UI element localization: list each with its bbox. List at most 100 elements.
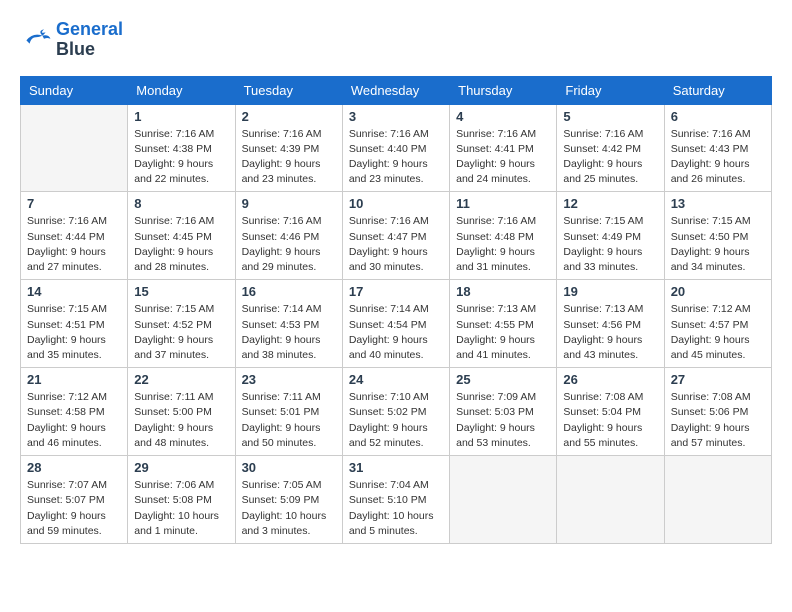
day-number: 20 bbox=[671, 284, 765, 299]
day-number: 29 bbox=[134, 460, 228, 475]
page-header: General Blue bbox=[20, 20, 772, 60]
day-info: Sunrise: 7:16 AM Sunset: 4:48 PM Dayligh… bbox=[456, 214, 550, 275]
day-info: Sunrise: 7:16 AM Sunset: 4:45 PM Dayligh… bbox=[134, 214, 228, 275]
day-cell: 3 Sunrise: 7:16 AM Sunset: 4:40 PM Daylig… bbox=[342, 104, 449, 192]
week-row-3: 14 Sunrise: 7:15 AM Sunset: 4:51 PM Dayli… bbox=[21, 280, 772, 368]
day-cell: 20 Sunrise: 7:12 AM Sunset: 4:57 PM Dayli… bbox=[664, 280, 771, 368]
day-number: 25 bbox=[456, 372, 550, 387]
day-number: 14 bbox=[27, 284, 121, 299]
day-info: Sunrise: 7:11 AM Sunset: 5:01 PM Dayligh… bbox=[242, 390, 336, 451]
day-number: 27 bbox=[671, 372, 765, 387]
day-cell: 12 Sunrise: 7:15 AM Sunset: 4:49 PM Dayli… bbox=[557, 192, 664, 280]
day-cell: 22 Sunrise: 7:11 AM Sunset: 5:00 PM Dayli… bbox=[128, 368, 235, 456]
day-number: 8 bbox=[134, 196, 228, 211]
day-number: 15 bbox=[134, 284, 228, 299]
day-info: Sunrise: 7:14 AM Sunset: 4:54 PM Dayligh… bbox=[349, 302, 443, 363]
day-number: 19 bbox=[563, 284, 657, 299]
week-row-1: 1Sunrise: 7:16 AM Sunset: 4:38 PM Daylig… bbox=[21, 104, 772, 192]
day-number: 1 bbox=[134, 109, 228, 124]
day-number: 13 bbox=[671, 196, 765, 211]
day-cell: 9 Sunrise: 7:16 AM Sunset: 4:46 PM Daylig… bbox=[235, 192, 342, 280]
weekday-header-saturday: Saturday bbox=[664, 76, 771, 104]
day-cell: 6 Sunrise: 7:16 AM Sunset: 4:43 PM Daylig… bbox=[664, 104, 771, 192]
day-number: 12 bbox=[563, 196, 657, 211]
weekday-header-wednesday: Wednesday bbox=[342, 76, 449, 104]
day-number: 31 bbox=[349, 460, 443, 475]
day-cell: 27 Sunrise: 7:08 AM Sunset: 5:06 PM Dayli… bbox=[664, 368, 771, 456]
weekday-header-monday: Monday bbox=[128, 76, 235, 104]
day-cell bbox=[557, 456, 664, 544]
day-cell: 14 Sunrise: 7:15 AM Sunset: 4:51 PM Dayli… bbox=[21, 280, 128, 368]
day-cell: 28Sunrise: 7:07 AM Sunset: 5:07 PM Dayli… bbox=[21, 456, 128, 544]
day-info: Sunrise: 7:15 AM Sunset: 4:49 PM Dayligh… bbox=[563, 214, 657, 275]
day-info: Sunrise: 7:08 AM Sunset: 5:06 PM Dayligh… bbox=[671, 390, 765, 451]
day-number: 30 bbox=[242, 460, 336, 475]
day-cell: 11 Sunrise: 7:16 AM Sunset: 4:48 PM Dayli… bbox=[450, 192, 557, 280]
day-info: Sunrise: 7:06 AM Sunset: 5:08 PM Dayligh… bbox=[134, 478, 228, 539]
day-info: Sunrise: 7:08 AM Sunset: 5:04 PM Dayligh… bbox=[563, 390, 657, 451]
weekday-header-row: SundayMondayTuesdayWednesdayThursdayFrid… bbox=[21, 76, 772, 104]
day-info: Sunrise: 7:13 AM Sunset: 4:55 PM Dayligh… bbox=[456, 302, 550, 363]
day-info: Sunrise: 7:09 AM Sunset: 5:03 PM Dayligh… bbox=[456, 390, 550, 451]
day-info: Sunrise: 7:13 AM Sunset: 4:56 PM Dayligh… bbox=[563, 302, 657, 363]
day-cell: 26 Sunrise: 7:08 AM Sunset: 5:04 PM Dayli… bbox=[557, 368, 664, 456]
day-info: Sunrise: 7:04 AM Sunset: 5:10 PM Dayligh… bbox=[349, 478, 443, 539]
day-info: Sunrise: 7:05 AM Sunset: 5:09 PM Dayligh… bbox=[242, 478, 336, 539]
day-cell bbox=[450, 456, 557, 544]
day-info: Sunrise: 7:16 AM Sunset: 4:41 PM Dayligh… bbox=[456, 127, 550, 188]
day-number: 2 bbox=[242, 109, 336, 124]
day-number: 26 bbox=[563, 372, 657, 387]
day-cell: 23 Sunrise: 7:11 AM Sunset: 5:01 PM Dayli… bbox=[235, 368, 342, 456]
day-number: 9 bbox=[242, 196, 336, 211]
day-cell bbox=[21, 104, 128, 192]
day-cell: 19 Sunrise: 7:13 AM Sunset: 4:56 PM Dayli… bbox=[557, 280, 664, 368]
day-number: 16 bbox=[242, 284, 336, 299]
day-cell: 4 Sunrise: 7:16 AM Sunset: 4:41 PM Daylig… bbox=[450, 104, 557, 192]
day-info: Sunrise: 7:16 AM Sunset: 4:39 PM Dayligh… bbox=[242, 127, 336, 188]
week-row-4: 21Sunrise: 7:12 AM Sunset: 4:58 PM Dayli… bbox=[21, 368, 772, 456]
weekday-header-sunday: Sunday bbox=[21, 76, 128, 104]
day-cell: 31 Sunrise: 7:04 AM Sunset: 5:10 PM Dayli… bbox=[342, 456, 449, 544]
weekday-header-thursday: Thursday bbox=[450, 76, 557, 104]
day-cell: 10 Sunrise: 7:16 AM Sunset: 4:47 PM Dayli… bbox=[342, 192, 449, 280]
day-number: 23 bbox=[242, 372, 336, 387]
day-number: 28 bbox=[27, 460, 121, 475]
day-info: Sunrise: 7:16 AM Sunset: 4:47 PM Dayligh… bbox=[349, 214, 443, 275]
day-info: Sunrise: 7:15 AM Sunset: 4:52 PM Dayligh… bbox=[134, 302, 228, 363]
day-info: Sunrise: 7:15 AM Sunset: 4:51 PM Dayligh… bbox=[27, 302, 121, 363]
day-cell bbox=[664, 456, 771, 544]
day-info: Sunrise: 7:12 AM Sunset: 4:57 PM Dayligh… bbox=[671, 302, 765, 363]
day-number: 22 bbox=[134, 372, 228, 387]
weekday-header-friday: Friday bbox=[557, 76, 664, 104]
day-cell: 8 Sunrise: 7:16 AM Sunset: 4:45 PM Daylig… bbox=[128, 192, 235, 280]
day-cell: 15 Sunrise: 7:15 AM Sunset: 4:52 PM Dayli… bbox=[128, 280, 235, 368]
day-cell: 17 Sunrise: 7:14 AM Sunset: 4:54 PM Dayli… bbox=[342, 280, 449, 368]
day-cell: 5Sunrise: 7:16 AM Sunset: 4:42 PM Daylig… bbox=[557, 104, 664, 192]
logo-text: General Blue bbox=[56, 20, 123, 60]
day-number: 21 bbox=[27, 372, 121, 387]
day-info: Sunrise: 7:16 AM Sunset: 4:44 PM Dayligh… bbox=[27, 214, 121, 275]
day-number: 3 bbox=[349, 109, 443, 124]
day-info: Sunrise: 7:14 AM Sunset: 4:53 PM Dayligh… bbox=[242, 302, 336, 363]
day-number: 6 bbox=[671, 109, 765, 124]
day-number: 17 bbox=[349, 284, 443, 299]
week-row-2: 7Sunrise: 7:16 AM Sunset: 4:44 PM Daylig… bbox=[21, 192, 772, 280]
day-info: Sunrise: 7:16 AM Sunset: 4:43 PM Dayligh… bbox=[671, 127, 765, 188]
day-cell: 29 Sunrise: 7:06 AM Sunset: 5:08 PM Dayli… bbox=[128, 456, 235, 544]
day-info: Sunrise: 7:16 AM Sunset: 4:40 PM Dayligh… bbox=[349, 127, 443, 188]
day-info: Sunrise: 7:16 AM Sunset: 4:42 PM Dayligh… bbox=[563, 127, 657, 188]
day-info: Sunrise: 7:16 AM Sunset: 4:46 PM Dayligh… bbox=[242, 214, 336, 275]
day-cell: 7Sunrise: 7:16 AM Sunset: 4:44 PM Daylig… bbox=[21, 192, 128, 280]
day-number: 11 bbox=[456, 196, 550, 211]
day-cell: 21Sunrise: 7:12 AM Sunset: 4:58 PM Dayli… bbox=[21, 368, 128, 456]
day-cell: 30 Sunrise: 7:05 AM Sunset: 5:09 PM Dayli… bbox=[235, 456, 342, 544]
day-cell: 13 Sunrise: 7:15 AM Sunset: 4:50 PM Dayli… bbox=[664, 192, 771, 280]
day-info: Sunrise: 7:15 AM Sunset: 4:50 PM Dayligh… bbox=[671, 214, 765, 275]
day-number: 4 bbox=[456, 109, 550, 124]
day-info: Sunrise: 7:11 AM Sunset: 5:00 PM Dayligh… bbox=[134, 390, 228, 451]
day-cell: 18Sunrise: 7:13 AM Sunset: 4:55 PM Dayli… bbox=[450, 280, 557, 368]
weekday-header-tuesday: Tuesday bbox=[235, 76, 342, 104]
logo-bird-icon bbox=[20, 26, 52, 54]
day-cell: 2 Sunrise: 7:16 AM Sunset: 4:39 PM Daylig… bbox=[235, 104, 342, 192]
day-number: 10 bbox=[349, 196, 443, 211]
